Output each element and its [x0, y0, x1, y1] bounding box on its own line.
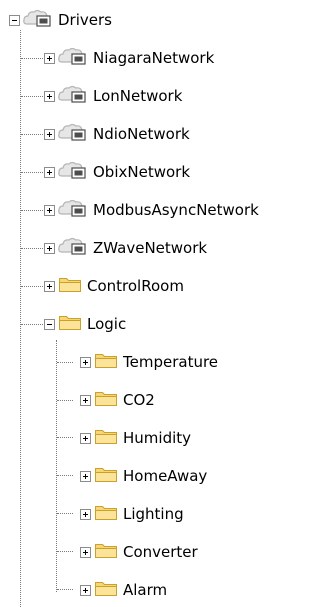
network-cloud-icon [23, 8, 53, 32]
folder-icon [58, 312, 82, 336]
folder-icon [94, 388, 118, 412]
network-cloud-icon [58, 84, 88, 108]
folder-icon [94, 540, 118, 564]
tree-node-modbusasyncnetwork[interactable]: ModbusAsyncNetwork [44, 198, 259, 222]
tree-node-label: Temperature [123, 353, 219, 371]
tree-node-label: NiagaraNetwork [93, 49, 215, 67]
tree-node-ndionetwork[interactable]: NdioNetwork [44, 122, 190, 146]
expand-toggle-icon[interactable] [44, 204, 55, 216]
tree-node-zwavenetwork[interactable]: ZWaveNetwork [44, 236, 207, 260]
network-cloud-icon [58, 236, 88, 260]
expand-toggle-icon[interactable] [44, 52, 55, 64]
tree-node-label: Lighting [123, 505, 184, 523]
network-cloud-icon [58, 198, 88, 222]
tree-node-label: CO2 [123, 391, 155, 409]
tree-node-lighting[interactable]: Lighting [80, 502, 184, 526]
tree-node-label: LonNetwork [93, 87, 183, 105]
tree-node-converter[interactable]: Converter [80, 540, 198, 564]
tree-node-label: ModbusAsyncNetwork [93, 201, 259, 219]
tree-node-alarm[interactable]: Alarm [80, 578, 167, 602]
expand-toggle-icon[interactable] [44, 166, 55, 178]
tree-node-label: ObixNetwork [93, 163, 191, 181]
folder-icon [94, 464, 118, 488]
expand-toggle-icon[interactable] [80, 394, 91, 406]
tree-node-label: Logic [87, 315, 127, 333]
tree-node-label: Humidity [123, 429, 192, 447]
expand-toggle-icon[interactable] [80, 356, 91, 368]
folder-icon [58, 274, 82, 298]
expand-toggle-icon[interactable] [44, 90, 55, 102]
folder-icon [94, 350, 118, 374]
network-cloud-icon [58, 160, 88, 184]
folder-icon [94, 426, 118, 450]
folder-icon [94, 502, 118, 526]
tree-node-label: Alarm [123, 581, 168, 599]
expand-toggle-icon[interactable] [44, 280, 55, 292]
tree-node-label: Drivers [58, 11, 112, 29]
tree-node-humidity[interactable]: Humidity [80, 426, 191, 450]
expand-toggle-icon[interactable] [80, 584, 91, 596]
expand-toggle-icon[interactable] [44, 242, 55, 254]
folder-icon [94, 578, 118, 602]
tree-node-controlroom[interactable]: ControlRoom [44, 274, 184, 298]
tree-node-obixnetwork[interactable]: ObixNetwork [44, 160, 190, 184]
collapse-toggle-icon[interactable] [9, 14, 20, 26]
expand-toggle-icon[interactable] [80, 432, 91, 444]
tree-node-label: NdioNetwork [93, 125, 190, 143]
expand-toggle-icon[interactable] [44, 128, 55, 140]
tree-node-drivers[interactable]: Drivers [9, 8, 112, 32]
expand-toggle-icon[interactable] [80, 470, 91, 482]
tree-node-niagaranetwork[interactable]: NiagaraNetwork [44, 46, 214, 70]
tree-node-label: HomeAway [123, 467, 208, 485]
tree-node-temperature[interactable]: Temperature [80, 350, 218, 374]
expand-toggle-icon[interactable] [80, 546, 91, 558]
expand-toggle-icon[interactable] [80, 508, 91, 520]
tree-node-label: Converter [123, 543, 198, 561]
tree-node-homeaway[interactable]: HomeAway [80, 464, 207, 488]
tree-node-label: ControlRoom [87, 277, 184, 295]
tree-node-co2[interactable]: CO2 [80, 388, 155, 412]
collapse-toggle-icon[interactable] [44, 318, 55, 330]
network-cloud-icon [58, 46, 88, 70]
tree-node-lonnetwork[interactable]: LonNetwork [44, 84, 182, 108]
tree-node-logic[interactable]: Logic [44, 312, 126, 336]
network-cloud-icon [58, 122, 88, 146]
tree-node-label: ZWaveNetwork [93, 239, 208, 257]
